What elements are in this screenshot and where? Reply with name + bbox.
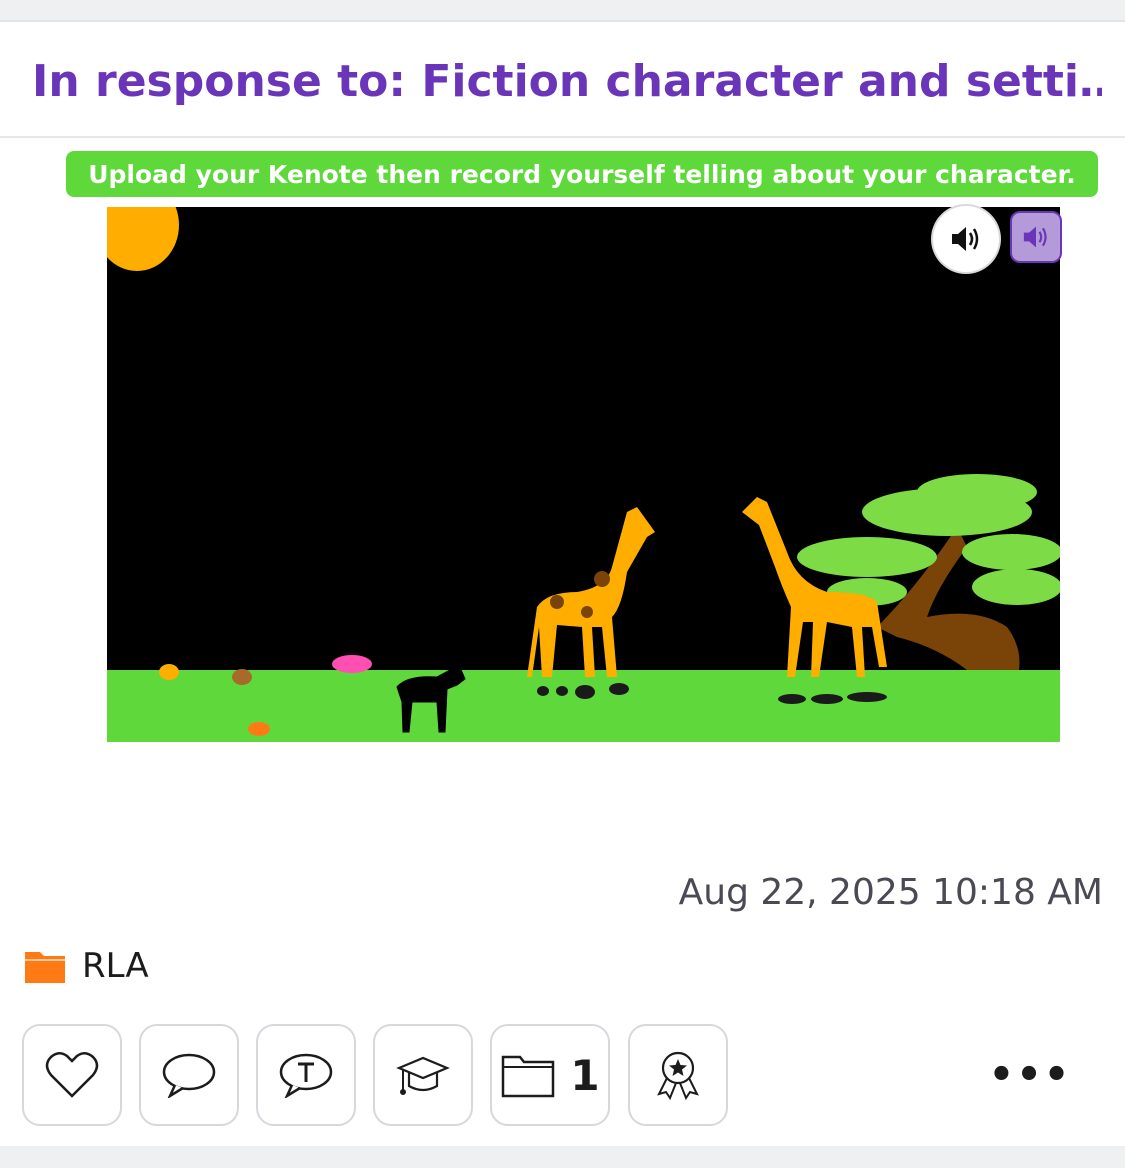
top-strip: [0, 0, 1125, 22]
duck: [248, 722, 270, 736]
graduation-cap-icon: [396, 1056, 450, 1095]
audio-button[interactable]: [933, 206, 999, 272]
badge-button[interactable]: [628, 1024, 728, 1126]
giraffe-left: [527, 507, 655, 677]
speaker-icon: [952, 227, 979, 251]
folder-icon: [25, 952, 65, 983]
comment-button[interactable]: [139, 1024, 239, 1126]
folder-label: RLA: [82, 946, 149, 986]
teacher-comment-icon: [279, 1053, 333, 1098]
folder-tag[interactable]: RLA: [24, 946, 149, 986]
scene-illustration: [107, 207, 1060, 742]
speaker-icon: [1023, 226, 1047, 248]
teacher-comment-button[interactable]: [256, 1024, 356, 1126]
like-button[interactable]: [22, 1024, 122, 1126]
award-icon: [657, 1051, 699, 1101]
audio-toggle-button[interactable]: [1010, 211, 1062, 263]
post-title[interactable]: In response to: Fiction character and se…: [32, 54, 1102, 110]
heart-icon: [45, 1052, 99, 1098]
more-options-button[interactable]: •••: [989, 1050, 1070, 1100]
prompt-banner: Upload your Kenote then record yourself …: [66, 151, 1098, 197]
folder-icon: [502, 1055, 555, 1098]
folders-button[interactable]: 1: [490, 1024, 610, 1126]
post-header: In response to: Fiction character and se…: [0, 22, 1125, 138]
media-preview[interactable]: [107, 207, 1060, 742]
hen: [232, 669, 252, 685]
speech-bubble-icon: [162, 1053, 216, 1098]
bottom-strip: [0, 1146, 1125, 1168]
folders-count: 1: [570, 1050, 600, 1100]
post-timestamp: Aug 22, 2025 10:18 AM: [678, 872, 1103, 913]
pig: [332, 655, 372, 673]
sun: [107, 207, 179, 271]
skills-button[interactable]: [373, 1024, 473, 1126]
rabbit: [159, 664, 179, 680]
